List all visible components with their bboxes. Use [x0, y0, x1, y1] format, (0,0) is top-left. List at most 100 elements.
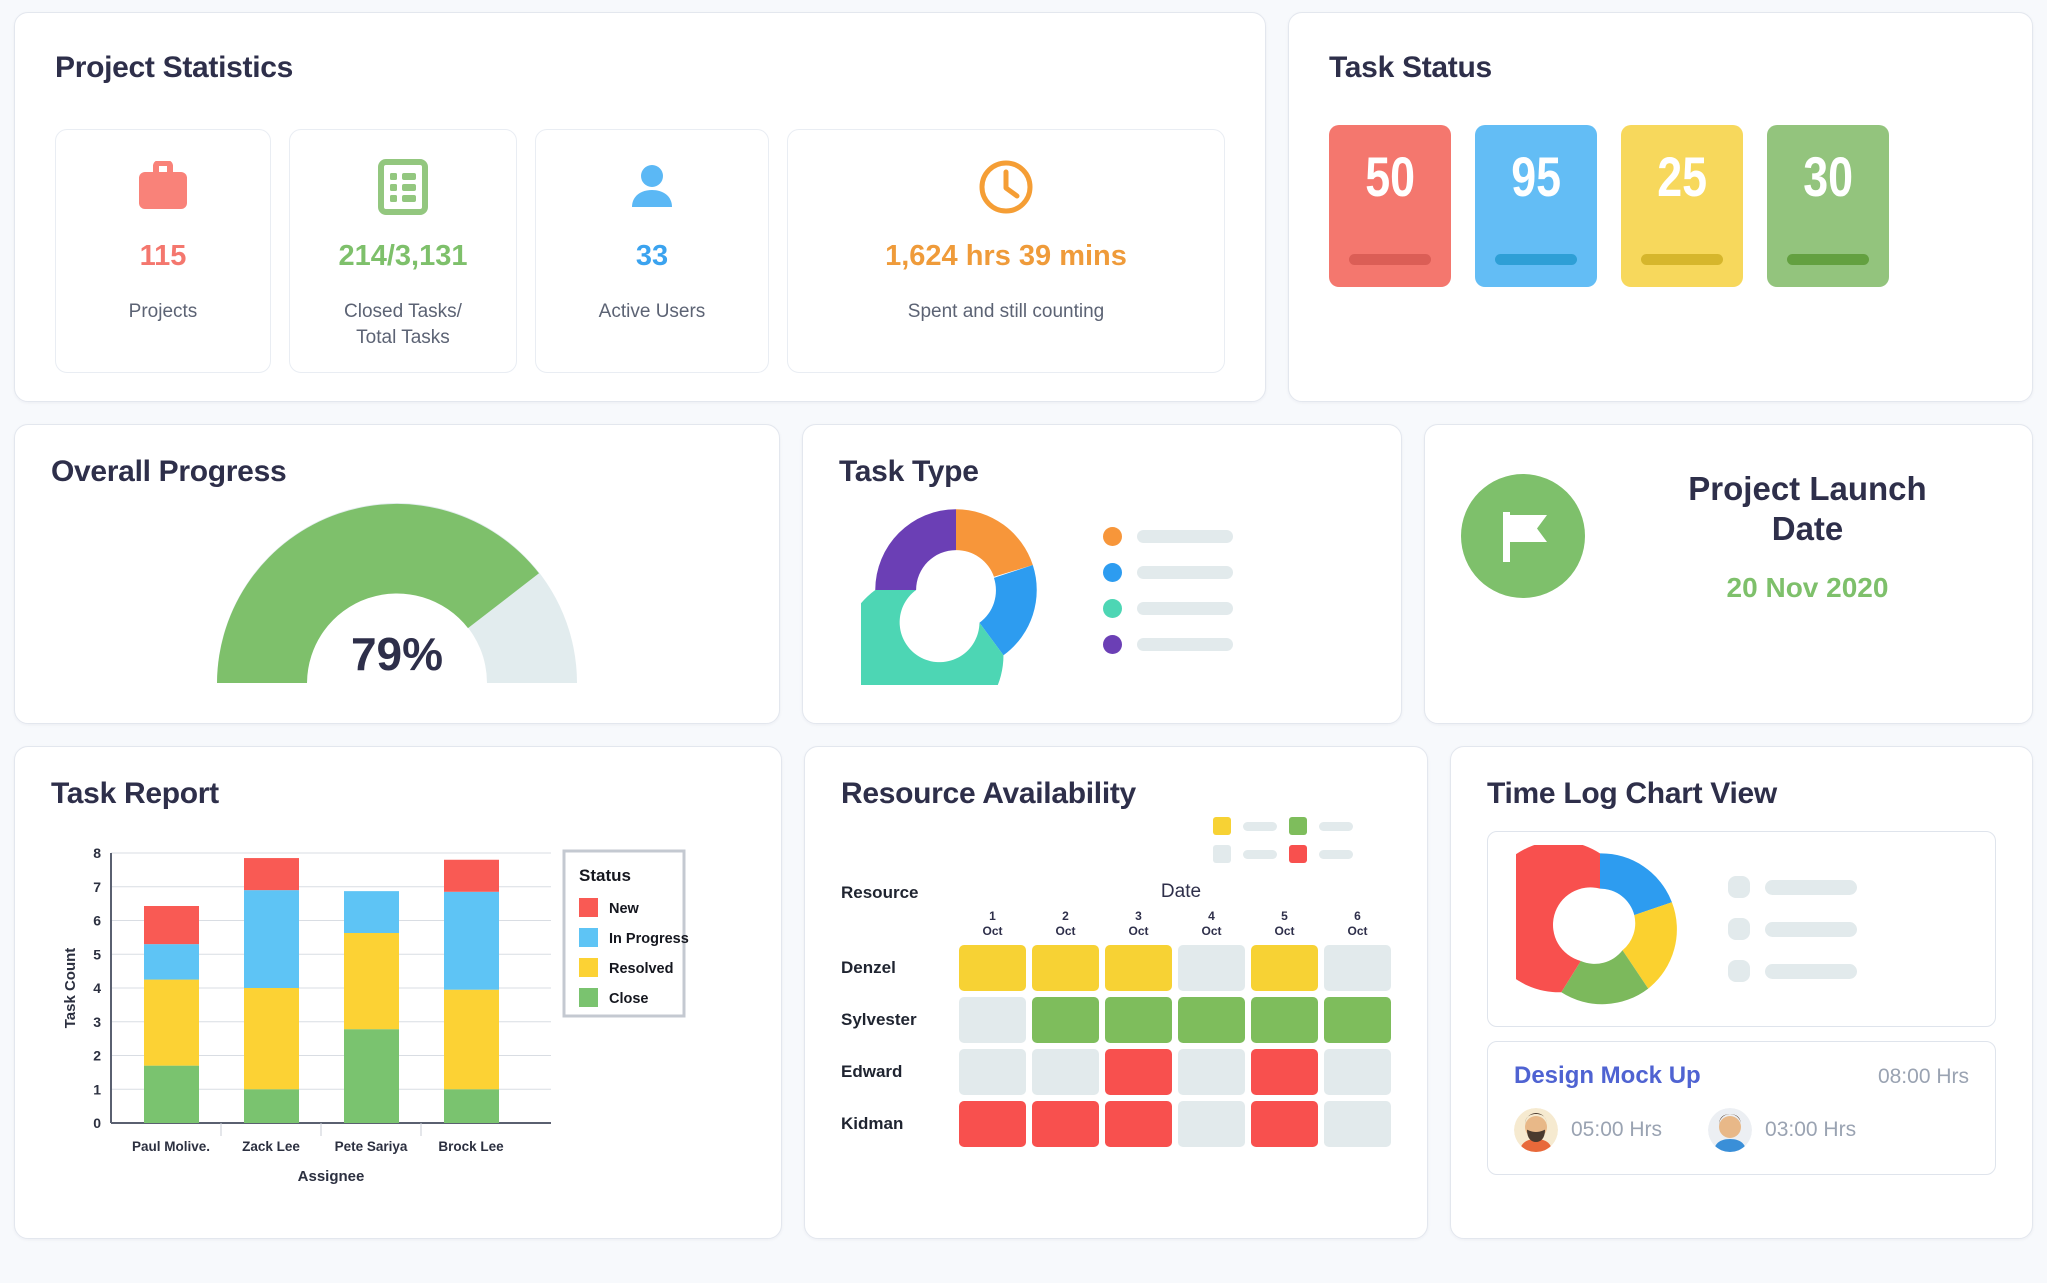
- flag-icon: [1461, 474, 1585, 599]
- svg-text:Status: Status: [579, 866, 631, 885]
- date-month: Oct: [1128, 924, 1149, 938]
- svg-text:5: 5: [93, 946, 101, 962]
- svg-text:Task Count: Task Count: [62, 948, 79, 1029]
- legend-color-dot: [1103, 634, 1122, 654]
- date-day: 3: [1135, 909, 1142, 923]
- legend-label-placeholder: [1137, 529, 1233, 543]
- task-type-card: Task Type: [802, 424, 1402, 724]
- status-card-new[interactable]: 50: [1329, 125, 1451, 287]
- time-log-legend-item[interactable]: [1728, 918, 1857, 940]
- heatmap-cell[interactable]: [1032, 945, 1099, 991]
- resource-availability-card: Resource Availability Resource Date 1 Oc…: [804, 746, 1428, 1239]
- legend-color-dot: [1728, 918, 1750, 940]
- project-launch-body: Project Launch Date 20 Nov 2020: [1461, 469, 1996, 604]
- heatmap-cell[interactable]: [1032, 1101, 1099, 1147]
- clock-icon: [978, 156, 1034, 218]
- time-log-legend-item[interactable]: [1728, 960, 1857, 982]
- legend-label-placeholder: [1319, 821, 1353, 831]
- task-type-legend-item[interactable]: [1103, 562, 1233, 582]
- task-type-legend-item[interactable]: [1103, 598, 1233, 618]
- legend-swatch-red: [1289, 845, 1307, 863]
- svg-text:Resolved: Resolved: [609, 961, 673, 977]
- status-card-in-progress[interactable]: 95: [1475, 125, 1597, 287]
- task-type-legend: [1103, 526, 1233, 654]
- time-log-people: 05:00 Hrs 03:00 Hrs: [1514, 1108, 1969, 1152]
- task-status-cards: 50 95 25 30: [1329, 125, 1992, 287]
- legend-color-dot: [1728, 960, 1750, 982]
- avatar-bearded-man: [1514, 1108, 1558, 1152]
- heatmap-cell[interactable]: [1324, 1049, 1391, 1095]
- heatmap-cell[interactable]: [1178, 1049, 1245, 1095]
- heatmap-cell[interactable]: [1324, 1101, 1391, 1147]
- legend-color-dot: [1728, 876, 1750, 898]
- heatmap-cell[interactable]: [959, 997, 1026, 1043]
- heatmap-date-cell: 6 Oct: [1324, 909, 1391, 939]
- date-month: Oct: [1201, 924, 1222, 938]
- date-month: Oct: [1347, 924, 1368, 938]
- heatmap-cell[interactable]: [1251, 1101, 1318, 1147]
- date-day: 6: [1354, 909, 1361, 923]
- project-launch-text: Project Launch Date 20 Nov 2020: [1619, 469, 1996, 604]
- stat-value-active-users: 33: [635, 240, 669, 272]
- stat-label-line1: Closed Tasks/: [344, 301, 462, 322]
- time-log-legend-item[interactable]: [1728, 876, 1857, 898]
- svg-text:0: 0: [93, 1115, 101, 1131]
- task-report-title: Task Report: [51, 777, 219, 810]
- stat-tile-projects[interactable]: 115 Projects: [55, 129, 271, 374]
- time-log-person: 03:00 Hrs: [1708, 1108, 1856, 1152]
- heatmap-date-axis: 1 Oct 2 Oct 3 Oct 4 Oct 5 Oct 6 Oct: [841, 909, 1391, 939]
- heatmap-cell[interactable]: [1105, 1101, 1172, 1147]
- heatmap-cell[interactable]: [1105, 945, 1172, 991]
- stat-label-projects: Projects: [128, 301, 198, 322]
- heatmap-cell[interactable]: [1324, 997, 1391, 1043]
- heatmap-cell[interactable]: [1251, 945, 1318, 991]
- heatmap-cell[interactable]: [1178, 997, 1245, 1043]
- heatmap-cell[interactable]: [959, 1049, 1026, 1095]
- date-month: Oct: [1274, 924, 1295, 938]
- heatmap-cell[interactable]: [1178, 1101, 1245, 1147]
- resource-availability-legend: [841, 817, 1391, 863]
- status-card-bar: [1349, 254, 1431, 265]
- legend-label-placeholder: [1765, 879, 1857, 895]
- task-type-legend-item[interactable]: [1103, 526, 1233, 546]
- status-card-close[interactable]: 30: [1767, 125, 1889, 287]
- legend-label-placeholder: [1243, 821, 1277, 831]
- svg-text:New: New: [609, 901, 640, 917]
- heatmap-row-label: Sylvester: [841, 1010, 917, 1029]
- svg-text:2: 2: [93, 1048, 101, 1064]
- svg-text:Assignee: Assignee: [298, 1168, 365, 1185]
- heatmap-cell[interactable]: [1324, 945, 1391, 991]
- stat-label-line2: Total Tasks: [356, 326, 450, 348]
- time-log-chart-box: [1487, 831, 1996, 1027]
- heatmap-cell[interactable]: [1032, 1049, 1099, 1095]
- task-report-card: Task Report 8 7 6 5 4 3 2 1 0 Task Count…: [14, 746, 782, 1239]
- task-report-chart: 8 7 6 5 4 3 2 1 0 Task Count Paul Molive…: [51, 833, 745, 1218]
- date-day: 1: [989, 909, 996, 923]
- date-month: Oct: [1055, 924, 1076, 938]
- heatmap-cell[interactable]: [959, 945, 1026, 991]
- legend-swatch-grey: [1213, 845, 1231, 863]
- stat-tile-active-users[interactable]: 33 Active Users: [535, 129, 769, 374]
- svg-text:Paul Molive.: Paul Molive.: [132, 1139, 210, 1154]
- heatmap-cell[interactable]: [1032, 997, 1099, 1043]
- stat-tile-closed-tasks[interactable]: 214/3,131 Closed Tasks/ Total Tasks: [289, 129, 517, 374]
- time-log-title: Time Log Chart View: [1487, 777, 1777, 810]
- legend-color-dot: [1103, 598, 1122, 618]
- legend-label-placeholder: [1137, 565, 1233, 579]
- legend-label-placeholder: [1319, 849, 1353, 859]
- status-card-resolved[interactable]: 25: [1621, 125, 1743, 287]
- heatmap-cell[interactable]: [1251, 1049, 1318, 1095]
- heatmap-cell[interactable]: [1105, 997, 1172, 1043]
- heatmap-cell[interactable]: [1178, 945, 1245, 991]
- stat-tile-time-spent[interactable]: 1,624 hrs 39 mins Spent and still counti…: [787, 129, 1225, 374]
- task-type-legend-item[interactable]: [1103, 634, 1233, 654]
- stat-label-closed-tasks: Closed Tasks/ Total Tasks: [344, 299, 462, 350]
- svg-text:3: 3: [93, 1014, 101, 1030]
- heatmap-cell[interactable]: [1105, 1049, 1172, 1095]
- briefcase-icon: [135, 156, 191, 218]
- heatmap-cell[interactable]: [1251, 997, 1318, 1043]
- resource-availability-title: Resource Availability: [841, 777, 1136, 810]
- heatmap-date-cell: 5 Oct: [1251, 909, 1318, 939]
- time-log-task-name[interactable]: Design Mock Up: [1514, 1062, 1701, 1090]
- heatmap-cell[interactable]: [959, 1101, 1026, 1147]
